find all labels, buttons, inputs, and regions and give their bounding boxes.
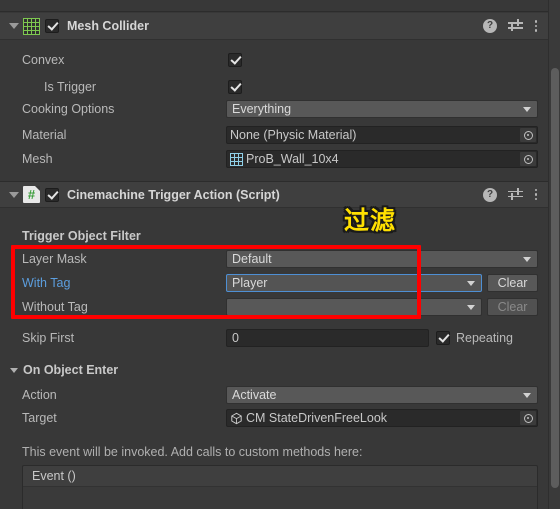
property-row-is-trigger: Is Trigger <box>0 77 548 97</box>
object-field-value-material: None (Physic Material) <box>230 128 357 142</box>
component-header-cinemachine-trigger-action[interactable]: # Cinemachine Trigger Action (Script) ? <box>0 181 548 208</box>
inspector-top-gap <box>0 0 548 12</box>
number-input-skip-first[interactable]: 0 <box>226 329 429 347</box>
chevron-down-icon <box>467 305 475 310</box>
object-field-material[interactable]: None (Physic Material) <box>226 126 538 144</box>
property-row-action: Action Activate <box>0 385 548 405</box>
dropdown-value-layer-mask: Default <box>232 252 272 266</box>
property-row-with-tag: With Tag Player Clear <box>0 273 548 293</box>
property-label-without-tag: Without Tag <box>22 300 88 314</box>
component-title-mesh-collider: Mesh Collider <box>67 19 149 33</box>
chevron-down-icon <box>523 257 531 262</box>
event-help-text: This event will be invoked. Add calls to… <box>22 445 363 459</box>
dropdown-action[interactable]: Activate <box>226 386 538 404</box>
csharp-script-icon: # <box>23 186 40 203</box>
three-dot-menu-icon[interactable] <box>534 188 538 202</box>
foldout-toggle-mesh-collider[interactable] <box>5 23 23 29</box>
gameobject-cube-icon <box>230 412 243 425</box>
component-header-actions-mesh-collider: ? <box>483 19 538 33</box>
preset-slider-icon[interactable] <box>508 19 523 33</box>
object-field-mesh[interactable]: ProB_Wall_10x4 <box>226 150 538 168</box>
checkbox-is-trigger[interactable] <box>228 80 242 94</box>
property-label-material: Material <box>22 128 67 142</box>
chevron-down-icon <box>9 23 19 29</box>
mesh-collider-grid-icon <box>23 17 40 35</box>
help-icon[interactable]: ? <box>483 187 497 202</box>
dropdown-cooking-options[interactable]: Everything <box>226 100 538 118</box>
dropdown-value-with-tag: Player <box>232 276 268 290</box>
chevron-down-icon <box>10 367 18 373</box>
object-picker-icon-material[interactable] <box>520 128 536 142</box>
property-label-action: Action <box>22 388 57 402</box>
property-label-is-trigger: Is Trigger <box>44 80 97 94</box>
checkbox-convex[interactable] <box>228 53 242 67</box>
object-picker-icon-target[interactable] <box>520 411 536 425</box>
component-enabled-checkbox-cinemachine-trigger-action[interactable] <box>45 187 59 202</box>
section-label-trigger-object-filter: Trigger Object Filter <box>22 229 141 243</box>
event-list-header: Event () <box>23 466 537 487</box>
property-label-repeating: Repeating <box>456 331 513 345</box>
checkbox-repeating[interactable] <box>436 331 450 345</box>
object-field-value-target: CM StateDrivenFreeLook <box>246 411 388 425</box>
dropdown-value-cooking-options: Everything <box>232 102 292 116</box>
property-row-convex: Convex <box>0 50 548 70</box>
property-label-with-tag: With Tag <box>22 276 71 290</box>
dropdown-with-tag[interactable]: Player <box>226 274 482 292</box>
component-title-cinemachine-trigger-action: Cinemachine Trigger Action (Script) <box>67 187 280 202</box>
property-label-cooking-options: Cooking Options <box>22 102 115 116</box>
section-label-on-object-enter: On Object Enter <box>23 363 119 377</box>
chevron-down-icon <box>523 107 531 112</box>
event-list-box[interactable]: Event () <box>22 465 538 509</box>
property-row-material: Material None (Physic Material) <box>0 125 548 145</box>
object-picker-icon-mesh[interactable] <box>520 152 536 166</box>
dropdown-layer-mask[interactable]: Default <box>226 250 538 268</box>
foldout-on-object-enter[interactable]: On Object Enter <box>10 363 118 377</box>
property-label-convex: Convex <box>22 53 65 67</box>
property-row-target: Target CM StateDrivenFreeLook <box>0 408 548 428</box>
property-label-target: Target <box>22 411 57 425</box>
component-enabled-checkbox-mesh-collider[interactable] <box>45 19 59 33</box>
property-label-layer-mask: Layer Mask <box>22 252 87 266</box>
chevron-down-icon <box>523 393 531 398</box>
mesh-grid-icon <box>230 152 243 166</box>
dropdown-without-tag[interactable] <box>226 298 482 316</box>
property-row-skip-first: Skip First 0 Repeating <box>0 328 548 348</box>
clear-button-without-tag: Clear <box>487 298 538 316</box>
vertical-scrollbar-thumb[interactable] <box>551 68 559 488</box>
object-field-value-mesh: ProB_Wall_10x4 <box>246 152 339 166</box>
chevron-down-icon <box>9 191 19 198</box>
property-row-layer-mask: Layer Mask Default <box>0 249 548 269</box>
annotation-text: 过滤 <box>344 207 397 235</box>
chevron-down-icon <box>467 281 475 286</box>
preset-slider-icon[interactable] <box>508 187 523 202</box>
component-header-actions-cinemachine: ? <box>483 187 538 202</box>
object-field-target[interactable]: CM StateDrivenFreeLook <box>226 409 538 427</box>
three-dot-menu-icon[interactable] <box>534 19 538 33</box>
clear-button-with-tag[interactable]: Clear <box>487 274 538 292</box>
component-header-mesh-collider[interactable]: Mesh Collider ? <box>0 13 548 40</box>
vertical-scrollbar-track[interactable] <box>548 0 560 509</box>
property-row-mesh: Mesh ProB_Wall_10x4 <box>0 149 548 169</box>
help-icon[interactable]: ? <box>483 19 497 33</box>
property-label-skip-first: Skip First <box>22 331 75 345</box>
event-list-body[interactable] <box>23 487 537 509</box>
property-row-without-tag: Without Tag Clear <box>0 297 548 317</box>
property-row-cooking-options: Cooking Options Everything <box>0 99 548 119</box>
number-input-value-skip-first: 0 <box>232 331 239 345</box>
dropdown-value-action: Activate <box>232 388 277 402</box>
foldout-toggle-cinemachine-trigger-action[interactable] <box>5 191 23 198</box>
unity-inspector-panel: Mesh Collider ? Convex Is Trigger Cookin… <box>0 0 560 509</box>
property-label-mesh: Mesh <box>22 152 53 166</box>
